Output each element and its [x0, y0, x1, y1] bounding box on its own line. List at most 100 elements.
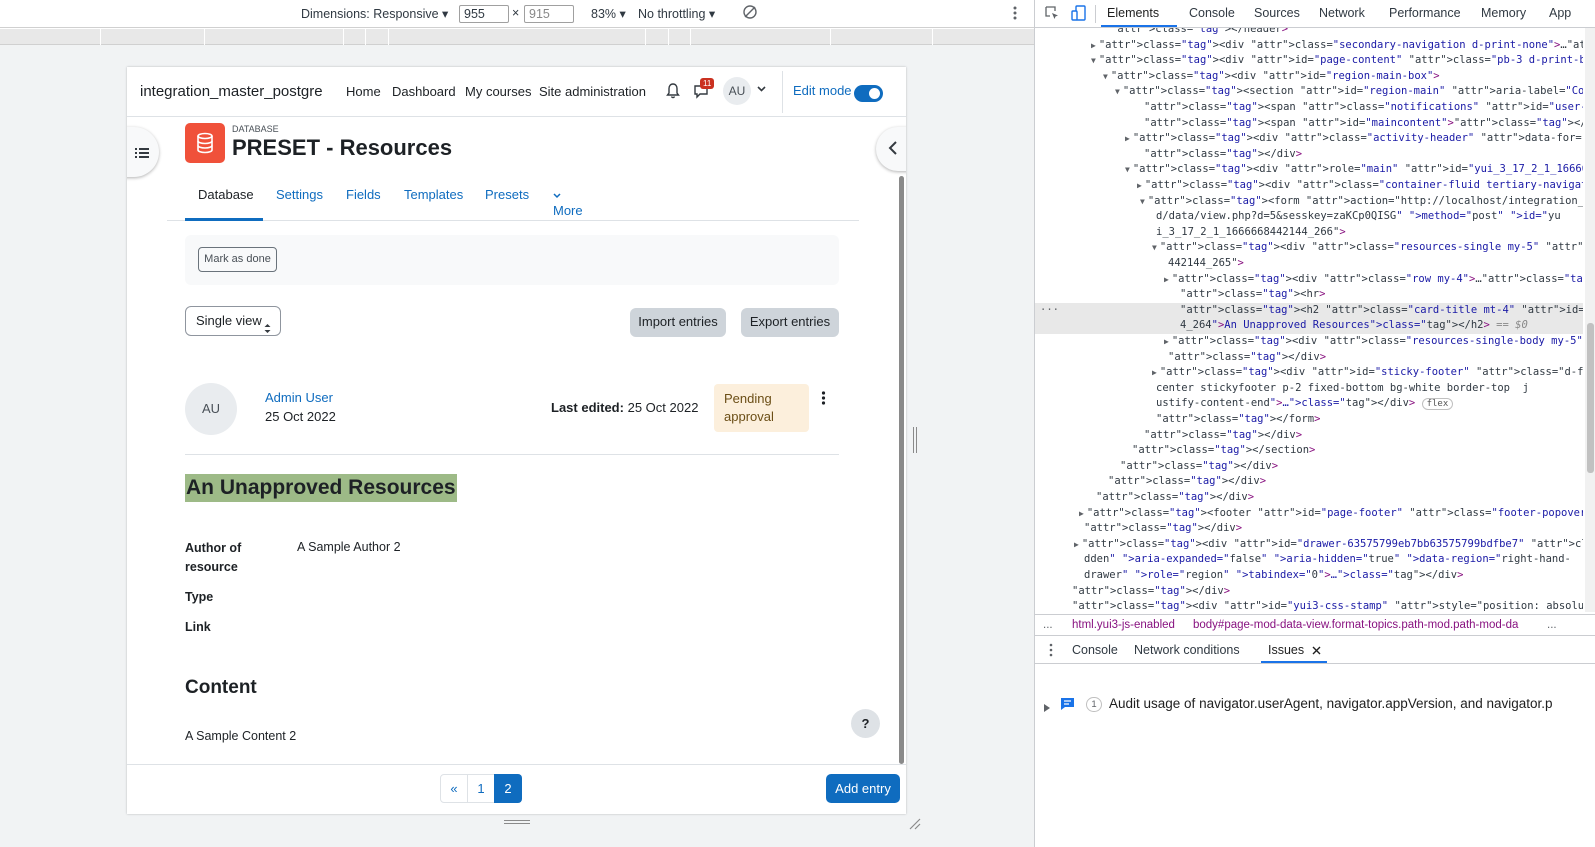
dom-tree-line[interactable]: "attr">class="tag"><h2 "attr">class="car…: [1180, 303, 1583, 319]
dom-tree-line[interactable]: ▼ "attr">class="tag"><div "attr">id="page…: [1091, 53, 1583, 69]
dom-tree-line[interactable]: "attr">class="tag"></div>: [1144, 147, 1302, 163]
tab-templates[interactable]: Templates: [404, 187, 463, 202]
drawer-tab-console[interactable]: Console: [1072, 643, 1118, 657]
media-query-ruler[interactable]: [0, 29, 1034, 45]
page-scrollbar[interactable]: [899, 176, 904, 764]
dom-tree-line[interactable]: ▶ "attr">class="tag"><div "attr">class="r…: [1164, 272, 1583, 289]
drawer-tab-network-conditions[interactable]: Network conditions: [1134, 643, 1240, 657]
dom-tree-line[interactable]: ▶ "attr">class="tag"><div "attr">id="stic…: [1152, 365, 1583, 381]
dom-tree-line[interactable]: drawer" ">role="region" ">tabindex="0">……: [1084, 568, 1463, 584]
dom-tree-line[interactable]: 4_264">An Unapproved Resources">class="t…: [1180, 318, 1528, 334]
dom-tree-line[interactable]: ▼ "attr">class="tag"><div "attr">class="r…: [1152, 240, 1583, 256]
dom-tree-line[interactable]: "attr">class="tag"></section>: [1132, 443, 1315, 459]
dom-tree-line[interactable]: "attr">class="tag"></div>: [1084, 521, 1242, 537]
pagination-page-2[interactable]: 2: [494, 774, 522, 803]
user-avatar[interactable]: AU: [723, 77, 751, 105]
entry-author-link[interactable]: Admin User: [265, 390, 333, 405]
resize-handle-bottom[interactable]: [504, 820, 530, 824]
dom-tree-line[interactable]: ustify-content-end">…">class="tag"></div…: [1156, 396, 1454, 413]
dom-tree-line[interactable]: "attr">class="tag"><span "attr">class="n…: [1144, 100, 1583, 116]
help-button[interactable]: ?: [851, 709, 880, 738]
resize-corner-icon[interactable]: [909, 817, 921, 835]
dom-tree-line[interactable]: "attr">class="tag"><span "attr">id="main…: [1144, 116, 1583, 132]
dom-tree-line[interactable]: "attr">class="tag"><hr>: [1180, 287, 1325, 303]
bell-icon[interactable]: [666, 83, 680, 102]
dom-tree-line[interactable]: ▶ "attr">class="tag"><div "attr">class="a…: [1125, 131, 1583, 147]
dom-tree-line[interactable]: "attr">class="tag"></div>: [1120, 459, 1278, 475]
breadcrumb-ellipsis-end[interactable]: ...: [1545, 619, 1575, 631]
breadcrumb-html[interactable]: html.yui3-js-enabled: [1072, 619, 1175, 631]
export-entries-button[interactable]: Export entries: [741, 308, 839, 337]
dom-tree-line[interactable]: "attr">class="tag"></header>: [1111, 28, 1288, 38]
dom-tree-line[interactable]: i_3_17_2_1_1666668442144_266">: [1156, 225, 1346, 241]
resize-handle-right[interactable]: [913, 427, 917, 453]
device-toolbar-icon[interactable]: [1071, 5, 1086, 24]
tab-fields[interactable]: Fields: [346, 187, 381, 202]
node-menu-ellipsis[interactable]: ···: [1040, 303, 1059, 319]
dom-tree-line[interactable]: ▼ "attr">class="tag"><form "attr">action=…: [1140, 194, 1583, 210]
nav-dashboard[interactable]: Dashboard: [392, 84, 456, 99]
dom-tree-line[interactable]: "attr">class="tag"></div>: [1168, 350, 1326, 366]
nav-home[interactable]: Home: [346, 84, 381, 99]
site-name[interactable]: integration_master_postgre: [140, 83, 323, 100]
devtools-tab-elements[interactable]: Elements: [1107, 6, 1159, 20]
pagination-page-1[interactable]: 1: [467, 774, 495, 803]
breadcrumb-ellipsis-start[interactable]: ...: [1043, 619, 1053, 631]
entry-actions-icon[interactable]: [821, 391, 826, 410]
dom-tree-line[interactable]: "attr">class="tag"></div>: [1072, 584, 1230, 600]
dom-tree-line[interactable]: ▼ "attr">class="tag"><div "attr">id="regi…: [1103, 69, 1440, 85]
view-select[interactable]: Single view: [185, 306, 281, 336]
add-entry-button[interactable]: Add entry: [826, 774, 900, 803]
dom-tree-line[interactable]: 442144_265">: [1168, 256, 1244, 272]
dom-tree-line[interactable]: dden" ">aria-expanded="false" ">aria-hid…: [1084, 552, 1571, 568]
height-input[interactable]: 915: [524, 5, 574, 23]
dom-tree-line[interactable]: "attr">class="tag"></div>: [1144, 428, 1302, 444]
dom-tree-line[interactable]: ▼ "attr">class="tag"><section "attr">id="…: [1115, 84, 1583, 100]
block-drawer-toggle[interactable]: [876, 127, 906, 171]
devtools-tab-console[interactable]: Console: [1189, 6, 1235, 20]
rotate-icon[interactable]: [742, 4, 758, 23]
dom-tree-line[interactable]: ▶ "attr">class="tag"><div "attr">class="r…: [1164, 334, 1583, 350]
dom-tree-line[interactable]: ▼ "attr">class="tag"><div "attr">role="ma…: [1125, 162, 1583, 178]
devtools-tab-sources[interactable]: Sources: [1254, 6, 1300, 20]
inspect-element-icon[interactable]: [1045, 6, 1060, 24]
width-input[interactable]: 955: [459, 5, 509, 23]
issue-row[interactable]: 1 Audit usage of navigator.userAgent, na…: [1035, 690, 1595, 720]
dom-tree-line[interactable]: ▶ "attr">class="tag"><div "attr">class="c…: [1137, 178, 1583, 194]
drawer-menu-icon[interactable]: [1049, 643, 1053, 660]
tab-settings[interactable]: Settings: [276, 187, 323, 202]
tab-presets[interactable]: Presets: [485, 187, 529, 202]
drawer-tab-issues[interactable]: Issues: [1268, 643, 1304, 657]
import-entries-button[interactable]: Import entries: [630, 308, 726, 337]
tab-database[interactable]: Database: [198, 187, 254, 202]
devtools-tab-memory[interactable]: Memory: [1481, 6, 1526, 20]
dom-tree-line[interactable]: "attr">class="tag"></div>: [1108, 474, 1266, 490]
throttling-dropdown[interactable]: No throttling ▾: [638, 6, 715, 21]
more-options-icon[interactable]: [1012, 5, 1018, 24]
dom-tree-line[interactable]: "attr">class="tag"></form>: [1156, 412, 1320, 428]
chevron-down-icon[interactable]: [757, 84, 766, 96]
tab-more[interactable]: More: [553, 187, 583, 218]
dom-tree-line[interactable]: d/data/view.php?d=5&sesskey=zaKCp0QISG" …: [1156, 209, 1561, 225]
dom-tree-line[interactable]: ▶ "attr">class="tag"><div "attr">id="draw…: [1074, 537, 1583, 553]
devtools-tab-network[interactable]: Network: [1319, 6, 1365, 20]
devtools-tab-application[interactable]: App: [1549, 6, 1571, 20]
nav-my-courses[interactable]: My courses: [465, 84, 531, 99]
dom-tree-line[interactable]: "attr">class="tag"><div "attr">id="yui3-…: [1072, 599, 1583, 612]
edit-mode-toggle[interactable]: [854, 85, 883, 102]
breadcrumb-body[interactable]: body#page-mod-data-view.format-topics.pa…: [1193, 619, 1518, 631]
dom-tree-line[interactable]: ▶ "attr">class="tag"><footer "attr">id="p…: [1079, 506, 1583, 522]
zoom-dropdown[interactable]: 83% ▾: [591, 6, 626, 21]
expand-arrow-icon[interactable]: [1044, 700, 1050, 715]
pagination-prev[interactable]: «: [440, 774, 468, 803]
devtools-tab-performance[interactable]: Performance: [1389, 6, 1461, 20]
course-index-toggle[interactable]: [127, 127, 159, 177]
dimensions-dropdown[interactable]: Dimensions: Responsive ▾: [301, 6, 448, 21]
dom-tree-line[interactable]: center stickyfooter p-2 fixed-bottom bg-…: [1156, 381, 1529, 397]
mark-as-done-button[interactable]: Mark as done: [198, 247, 277, 272]
close-icon[interactable]: [1312, 644, 1321, 658]
dom-tree-line[interactable]: ▶ "attr">class="tag"><div "attr">class="s…: [1091, 38, 1583, 54]
nav-site-administration[interactable]: Site administration: [539, 84, 646, 99]
dom-tree-line[interactable]: "attr">class="tag"></div>: [1096, 490, 1254, 506]
dom-tree-scrollbar[interactable]: [1585, 28, 1595, 612]
